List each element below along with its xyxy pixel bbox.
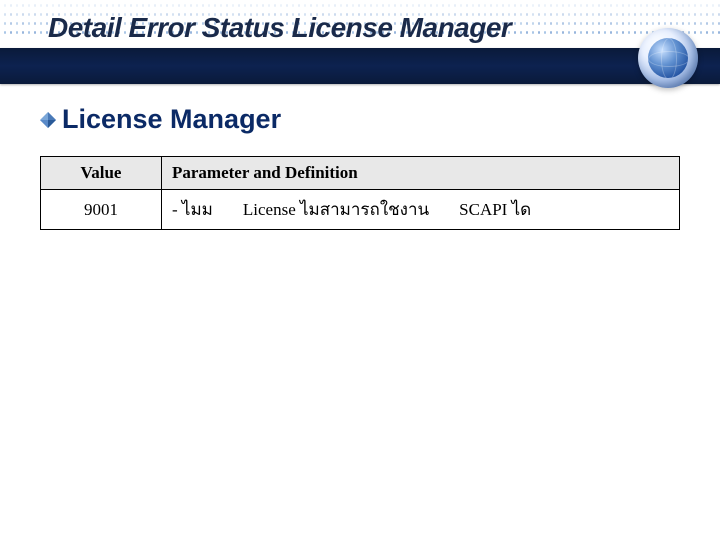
cell-definition: - ไมม License ไมสามารถใชงาน SCAPI ได (162, 190, 680, 230)
table-row: 9001 - ไมม License ไมสามารถใชงาน SCAPI ไ… (41, 190, 680, 230)
section-heading-text: License Manager (62, 104, 281, 135)
error-table: Value Parameter and Definition 9001 - ไม… (40, 156, 680, 230)
title-bar: Detail Error Status License Manager (0, 0, 720, 86)
globe-icon (638, 28, 698, 88)
cell-value: 9001 (41, 190, 162, 230)
def-part2: License ไมสามารถใชงาน (243, 196, 429, 223)
def-part3: SCAPI ได (459, 196, 531, 223)
page-title: Detail Error Status License Manager (48, 12, 511, 44)
header-band (0, 48, 720, 84)
column-header-definition: Parameter and Definition (162, 157, 680, 190)
table-header-row: Value Parameter and Definition (41, 157, 680, 190)
def-part1: - ไมม (172, 196, 213, 223)
slide: Detail Error Status License Manager Lice… (0, 0, 720, 540)
section-heading: License Manager (40, 104, 281, 135)
diamond-bullet-icon (40, 112, 56, 128)
column-header-value: Value (41, 157, 162, 190)
